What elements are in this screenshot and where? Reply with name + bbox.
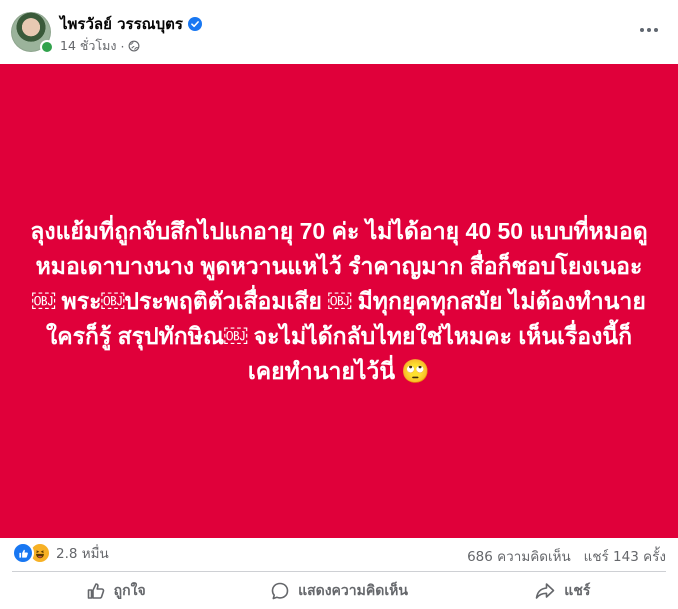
post-timestamp[interactable]: 14 ชั่วโมง [60,36,116,56]
meta-separator: · [120,38,125,54]
like-reaction-icon [12,542,34,564]
like-button-label: ถูกใจ [113,583,146,599]
comment-button[interactable]: แสดงความคิดเห็น [227,575,450,607]
reactions-summary[interactable]: 2.8 หมื่น [12,542,109,564]
post-meta: 14 ชั่วโมง · [60,36,140,56]
globe-icon [129,40,140,52]
share-button[interactable]: แชร์ [451,575,674,607]
stats-divider [12,571,666,572]
share-arrow-icon [535,583,555,599]
verified-badge-icon [187,17,202,31]
comment-bubble-icon [271,582,289,600]
comment-button-label: แสดงความคิดเห็น [298,583,408,599]
more-options-button[interactable] [636,20,662,40]
author-name-row: ไพรวัลย์ วรรณบุตร [60,12,202,36]
comment-count[interactable]: 686 ความคิดเห็น [467,549,571,565]
online-status-dot [40,40,54,54]
share-button-label: แชร์ [564,583,591,599]
more-options-icon-dot [654,28,658,32]
post-actions: ถูกใจ แสดงความคิดเห็น แชร์ [4,575,674,607]
more-options-icon-dot [647,28,651,32]
reaction-count: 2.8 หมื่น [56,546,109,562]
post-text: ลุงแย้มที่ถูกจับสึกไปแกอายุ 70 ค่ะ ไม่ได… [30,217,648,384]
engagement-counts: 686 ความคิดเห็น แชร์ 143 ครั้ง [467,545,666,567]
author-name[interactable]: ไพรวัลย์ วรรณบุตร [60,12,183,36]
more-options-icon [640,28,644,32]
thumbs-up-icon [87,583,104,599]
post-header: ไพรวัลย์ วรรณบุตร 14 ชั่วโมง · [0,0,678,64]
post-colored-background[interactable]: ลุงแย้มที่ถูกจับสึกไปแกอายุ 70 ค่ะ ไม่ได… [0,64,678,538]
share-count[interactable]: แชร์ 143 ครั้ง [584,549,666,565]
like-button[interactable]: ถูกใจ [4,575,227,607]
post-card: ไพรวัลย์ วรรณบุตร 14 ชั่วโมง · ลุงแย้มที… [0,0,678,609]
